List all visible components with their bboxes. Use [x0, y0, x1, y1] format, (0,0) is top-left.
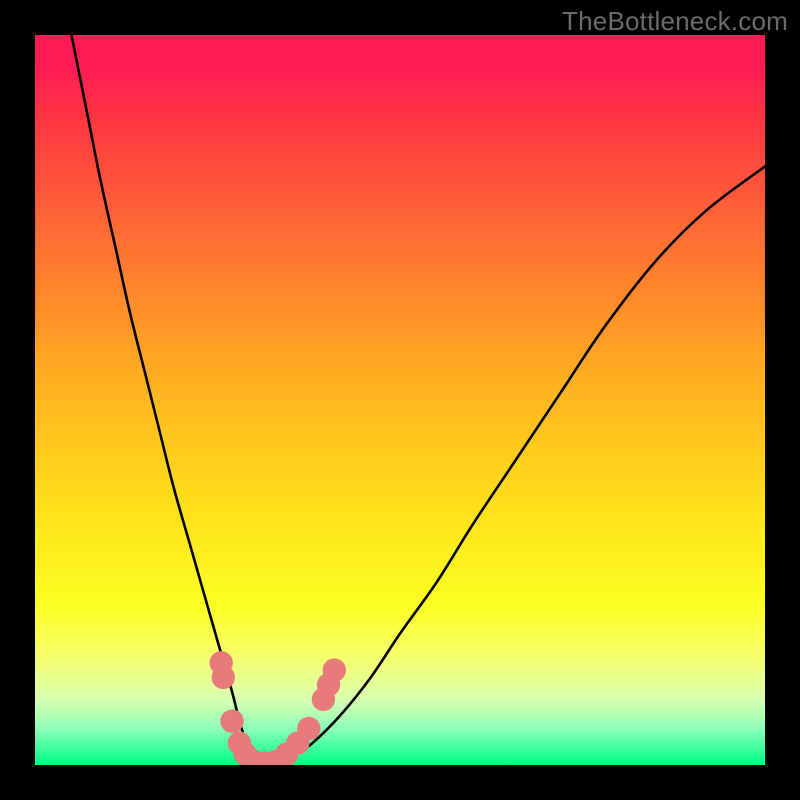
- highlight-points: [210, 651, 346, 765]
- chart-svg: [35, 35, 765, 765]
- highlight-point: [297, 717, 320, 740]
- chart-frame: TheBottleneck.com: [0, 0, 800, 800]
- plot-area: [35, 35, 765, 765]
- highlight-point: [323, 658, 346, 681]
- highlight-point: [220, 710, 243, 733]
- watermark-label: TheBottleneck.com: [562, 6, 788, 37]
- bottleneck-curve: [72, 35, 766, 765]
- highlight-point: [212, 666, 235, 689]
